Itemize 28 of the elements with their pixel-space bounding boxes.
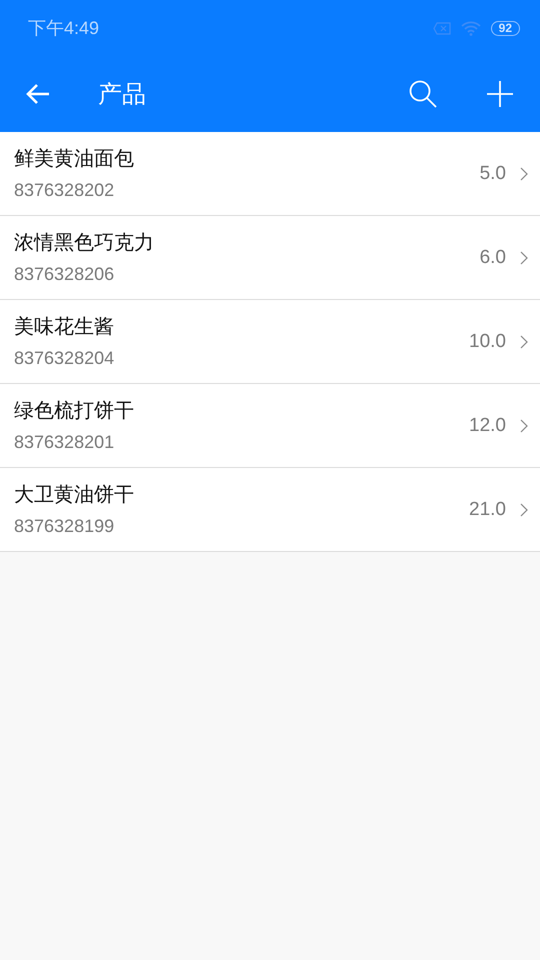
product-price: 5.0 (480, 162, 506, 184)
status-time: 下午4:49 (28, 17, 100, 40)
product-price: 10.0 (469, 330, 506, 352)
product-code: 8376328204 (14, 348, 116, 368)
no-sim-icon (432, 22, 451, 34)
chevron-right-icon (520, 502, 528, 516)
battery-indicator: 92 (490, 20, 520, 36)
product-price: 12.0 (469, 414, 506, 436)
chevron-right-icon (520, 418, 528, 432)
product-name: 大卫黄油饼干 (14, 480, 135, 508)
chevron-right-icon (520, 166, 528, 180)
wifi-icon (460, 20, 481, 36)
product-name: 绿色梳打饼干 (14, 396, 135, 424)
product-code: 8376328202 (14, 180, 116, 200)
product-code: 8376328206 (14, 264, 116, 284)
product-price: 21.0 (469, 498, 506, 520)
product-code: 8376328199 (14, 516, 116, 536)
product-name: 鲜美黄油面包 (14, 144, 135, 172)
add-button[interactable] (486, 80, 514, 108)
page-title: 产品 (98, 79, 147, 110)
search-button[interactable] (408, 79, 438, 109)
product-code: 8376328201 (14, 432, 116, 452)
back-button[interactable] (25, 83, 51, 105)
product-name: 浓情黑色巧克力 (14, 228, 155, 256)
product-price: 6.0 (480, 246, 506, 268)
chevron-right-icon (520, 250, 528, 264)
product-name: 美味花生酱 (14, 312, 115, 340)
chevron-right-icon (520, 334, 528, 348)
